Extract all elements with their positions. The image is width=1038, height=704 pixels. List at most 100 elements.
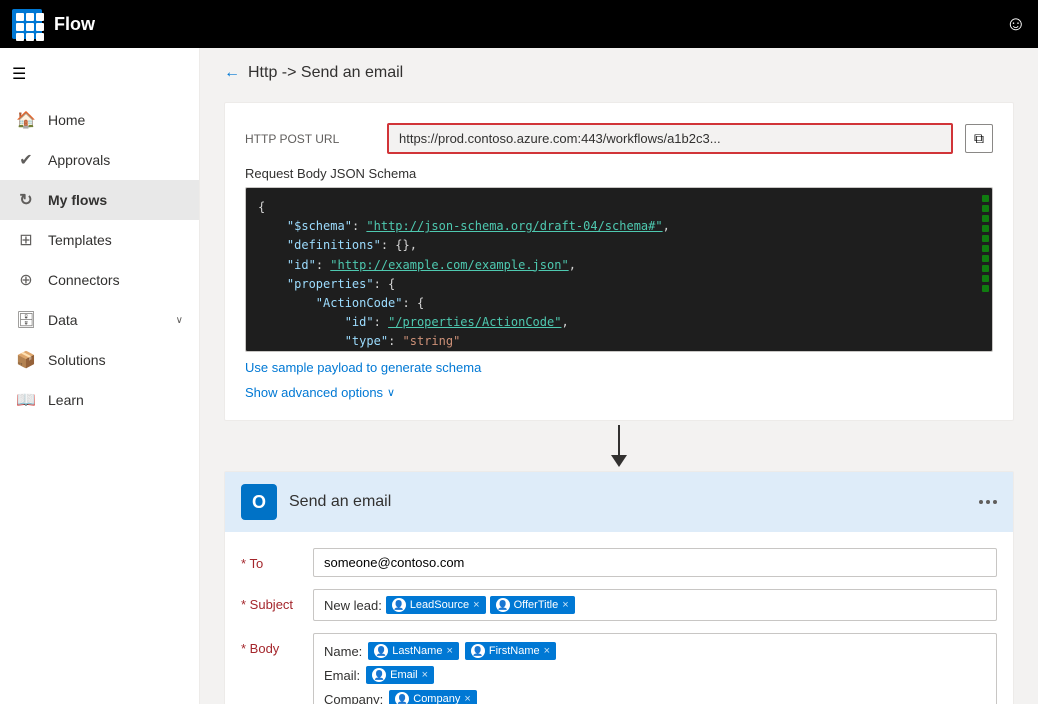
arrow-head — [611, 455, 627, 467]
sidebar-item-data[interactable]: 🗄 Data ∨ — [0, 300, 199, 340]
sidebar-item-home[interactable]: 🏠 Home — [0, 100, 199, 140]
subject-label: Subject — [241, 589, 301, 612]
sidebar-item-my-flows[interactable]: ↻ My flows — [0, 180, 199, 220]
json-line: "properties": { — [258, 275, 980, 294]
json-line: "type": "string" — [258, 332, 980, 351]
chevron-down-icon: ∨ — [387, 386, 395, 399]
body-company-row: Company: 👤 Company × — [324, 690, 986, 704]
tag-close-button[interactable]: × — [473, 599, 479, 611]
sidebar-item-label: Home — [48, 112, 85, 128]
first-name-tag: 👤 FirstName × — [465, 642, 556, 660]
email-prefix: Email: — [324, 668, 360, 683]
sidebar-item-label: Templates — [48, 232, 112, 248]
email-card-body: To Subject New lead: 👤 LeadSource × — [225, 532, 1013, 704]
tag-close-button[interactable]: × — [562, 599, 568, 611]
sidebar-item-solutions[interactable]: 📦 Solutions — [0, 340, 199, 380]
tag-close-button[interactable]: × — [422, 669, 428, 681]
json-line: }, — [258, 352, 980, 353]
sidebar-item-label: Connectors — [48, 272, 120, 288]
email-card-header: O Send an email — [225, 472, 1013, 532]
to-label: To — [241, 548, 301, 571]
json-line: "id": "/properties/ActionCode", — [258, 313, 980, 332]
company-prefix: Company: — [324, 692, 383, 704]
copy-url-button[interactable]: ⧉ — [965, 124, 993, 153]
sidebar-item-label: My flows — [48, 192, 107, 208]
to-field-row: To — [241, 548, 997, 577]
arrow-down — [611, 425, 627, 467]
more-dot — [993, 500, 997, 504]
subject-field-row: Subject New lead: 👤 LeadSource × 👤 Offer… — [241, 589, 997, 621]
tag-label: OfferTitle — [514, 599, 559, 611]
hamburger-button[interactable]: ☰ — [0, 48, 199, 100]
outlook-icon: O — [241, 484, 277, 520]
sidebar-item-connectors[interactable]: ⊕ Connectors — [0, 260, 199, 300]
json-editor[interactable]: { "$schema": "http://json-schema.org/dra… — [245, 187, 993, 352]
arrow-line — [618, 425, 620, 455]
more-options-button[interactable] — [979, 500, 997, 504]
approvals-icon: ✔ — [16, 150, 36, 170]
tag-label: LeadSource — [410, 599, 469, 611]
tag-label: LastName — [392, 645, 442, 657]
page-title: Http -> Send an email — [248, 64, 403, 82]
body-label: Body — [241, 633, 301, 656]
send-email-card: O Send an email To Subject — [224, 471, 1014, 704]
to-input[interactable] — [313, 548, 997, 577]
sidebar: ☰ 🏠 Home ✔ Approvals ↻ My flows ⊞ Templa… — [0, 48, 200, 704]
json-line: "definitions": {}, — [258, 236, 980, 255]
body-name-row: Name: 👤 LastName × 👤 FirstName × — [324, 642, 986, 660]
company-tag: 👤 Company × — [389, 690, 477, 704]
http-url-label: HTTP POST URL — [245, 132, 375, 146]
json-line: "id": "http://example.com/example.json", — [258, 256, 980, 275]
tag-label: Email — [390, 669, 418, 681]
sidebar-item-templates[interactable]: ⊞ Templates — [0, 220, 199, 260]
more-dot — [986, 500, 990, 504]
last-name-tag: 👤 LastName × — [368, 642, 459, 660]
tag-person-icon: 👤 — [496, 598, 510, 612]
tag-person-icon: 👤 — [395, 692, 409, 704]
show-advanced-options-button[interactable]: Show advanced options ∨ — [245, 385, 993, 400]
connectors-icon: ⊕ — [16, 270, 36, 290]
main-content: ← Http -> Send an email HTTP POST URL ht… — [200, 48, 1038, 704]
app-title: Flow — [54, 14, 1006, 35]
more-dot — [979, 500, 983, 504]
sample-payload-link[interactable]: Use sample payload to generate schema — [245, 360, 993, 375]
hamburger-icon: ☰ — [12, 66, 26, 83]
waffle-icon[interactable] — [12, 9, 42, 39]
tag-person-icon: 👤 — [374, 644, 388, 658]
offer-title-tag: 👤 OfferTitle × — [490, 596, 575, 614]
tag-person-icon: 👤 — [372, 668, 386, 682]
body-email-row: Email: 👤 Email × — [324, 666, 986, 684]
name-prefix: Name: — [324, 644, 362, 659]
body-field-row: Body Name: 👤 LastName × 👤 — [241, 633, 997, 704]
show-advanced-label: Show advanced options — [245, 385, 383, 400]
back-button[interactable]: ← — [224, 64, 240, 82]
home-icon: 🏠 — [16, 110, 36, 130]
data-icon: 🗄 — [16, 310, 36, 330]
sidebar-item-learn[interactable]: 📖 Learn — [0, 380, 199, 420]
tag-close-button[interactable]: × — [464, 693, 470, 704]
json-line: "ActionCode": { — [258, 294, 980, 313]
tag-person-icon: 👤 — [471, 644, 485, 658]
layout: ☰ 🏠 Home ✔ Approvals ↻ My flows ⊞ Templa… — [0, 48, 1038, 704]
flow-arrow-connector — [224, 421, 1014, 471]
schema-label: Request Body JSON Schema — [245, 166, 993, 181]
outlook-letter: O — [252, 492, 266, 513]
solutions-icon: 📦 — [16, 350, 36, 370]
learn-icon: 📖 — [16, 390, 36, 410]
templates-icon: ⊞ — [16, 230, 36, 250]
tag-close-button[interactable]: × — [446, 645, 452, 657]
data-chevron-icon: ∨ — [176, 315, 183, 326]
smiley-icon[interactable]: ☺ — [1006, 13, 1026, 36]
http-url-value: https://prod.contoso.azure.com:443/workf… — [387, 123, 953, 154]
body-container[interactable]: Name: 👤 LastName × 👤 FirstName × — [313, 633, 997, 704]
breadcrumb: ← Http -> Send an email — [224, 64, 1014, 82]
http-url-row: HTTP POST URL https://prod.contoso.azure… — [245, 123, 993, 154]
my-flows-icon: ↻ — [16, 190, 36, 210]
sidebar-item-label: Data — [48, 312, 78, 328]
copy-icon: ⧉ — [974, 130, 984, 147]
email-card-title: Send an email — [289, 493, 967, 511]
json-line: "$schema": "http://json-schema.org/draft… — [258, 217, 980, 236]
subject-tags-container[interactable]: New lead: 👤 LeadSource × 👤 OfferTitle × — [313, 589, 997, 621]
sidebar-item-approvals[interactable]: ✔ Approvals — [0, 140, 199, 180]
tag-close-button[interactable]: × — [544, 645, 550, 657]
